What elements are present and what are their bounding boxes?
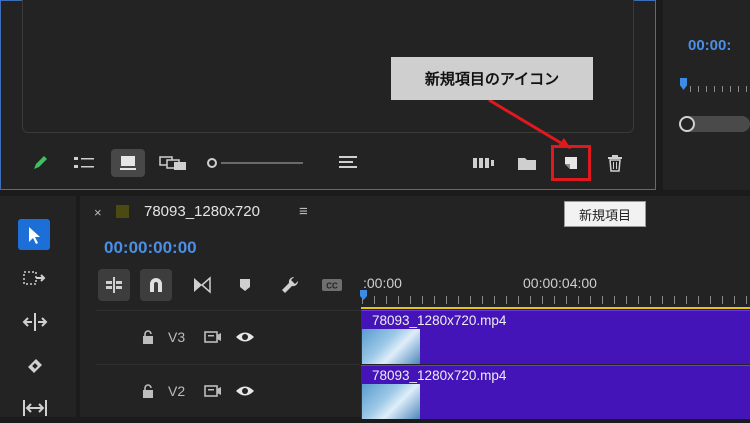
track-name-v2: V2 bbox=[168, 383, 186, 399]
lock-icon[interactable] bbox=[142, 330, 154, 349]
work-area-bar[interactable] bbox=[361, 307, 750, 309]
selection-tool[interactable] bbox=[18, 219, 50, 250]
svg-text:CC: CC bbox=[326, 282, 338, 291]
track-select-tool[interactable] bbox=[18, 263, 51, 293]
track-name-v3: V3 bbox=[168, 329, 186, 345]
sequence-tab-title[interactable]: 78093_1280x720 bbox=[144, 203, 260, 220]
snap-magnet-icon[interactable] bbox=[140, 269, 172, 301]
lock-icon[interactable] bbox=[142, 384, 154, 403]
sequence-color-label bbox=[116, 205, 129, 218]
new-item-tooltip: 新規項目 bbox=[564, 201, 646, 227]
wrench-settings-icon[interactable] bbox=[274, 269, 306, 301]
clip-thumbnail bbox=[362, 384, 420, 419]
callout-label: 新規項目のアイコン bbox=[391, 57, 593, 100]
captions-cc-icon[interactable]: CC bbox=[316, 269, 348, 301]
ripple-edit-tool[interactable] bbox=[18, 307, 51, 337]
program-monitor-panel bbox=[663, 0, 750, 190]
ruler-label-start: :00:00 bbox=[363, 275, 402, 291]
insert-sequence-as-nest-icon[interactable] bbox=[98, 269, 130, 301]
clip-name: 78093_1280x720.mp4 bbox=[372, 368, 507, 383]
eye-icon[interactable] bbox=[235, 330, 255, 349]
razor-tool[interactable] bbox=[18, 351, 51, 381]
add-marker-icon[interactable] bbox=[229, 269, 261, 301]
toggle-sync-lock-icon[interactable] bbox=[204, 330, 222, 349]
program-zoom-handle[interactable] bbox=[679, 116, 695, 132]
clip-thumbnail bbox=[362, 329, 420, 364]
program-timecode[interactable]: 00:00: bbox=[688, 37, 731, 54]
sequence-tab-menu-icon[interactable]: ≡ bbox=[299, 203, 308, 220]
clip-v2[interactable]: 78093_1280x720.mp4 bbox=[361, 365, 750, 419]
linked-selection-icon[interactable] bbox=[186, 269, 218, 301]
track-header-v2: V2 bbox=[96, 364, 360, 417]
slip-tool[interactable] bbox=[18, 393, 51, 423]
program-ruler[interactable] bbox=[690, 86, 750, 92]
clip-v3[interactable]: 78093_1280x720.mp4 bbox=[361, 310, 750, 364]
sequence-tab-close-icon[interactable]: × bbox=[94, 205, 102, 220]
track-header-v3: V3 bbox=[96, 310, 360, 363]
clip-name: 78093_1280x720.mp4 bbox=[372, 313, 507, 328]
eye-icon[interactable] bbox=[235, 384, 255, 403]
toggle-sync-lock-icon[interactable] bbox=[204, 384, 222, 403]
time-ruler[interactable] bbox=[362, 296, 750, 304]
timeline-timecode[interactable]: 00:00:00:00 bbox=[104, 238, 197, 258]
ruler-label-4s: 00:00:04:00 bbox=[523, 275, 597, 291]
